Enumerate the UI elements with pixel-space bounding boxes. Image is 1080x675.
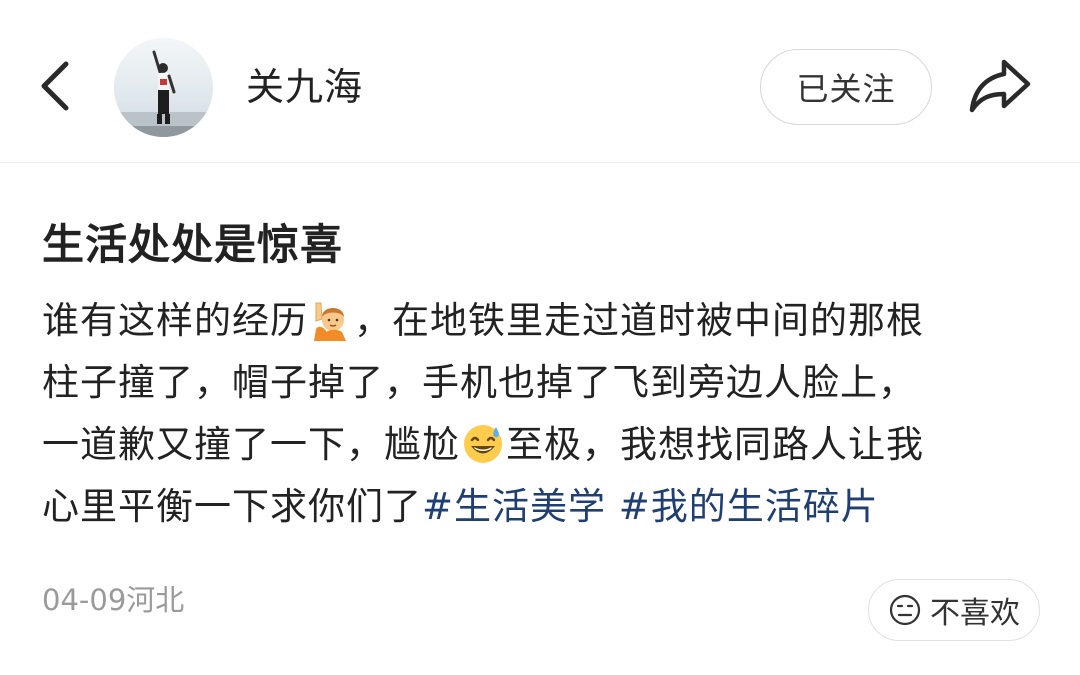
username[interactable]: 关九海 (246, 62, 363, 112)
body-text: 谁有这样的经历 (42, 299, 308, 342)
post-time-location: 04-09河北 (42, 583, 185, 617)
avatar-image (114, 38, 213, 137)
post-title: 生活处处是惊喜 (42, 220, 344, 269)
dislike-label: 不喜欢 (930, 596, 1020, 631)
follow-button[interactable]: 已关注 (760, 49, 932, 125)
avatar[interactable] (114, 38, 213, 137)
dislike-button[interactable]: 不喜欢 (868, 579, 1040, 641)
share-button[interactable] (966, 52, 1036, 122)
body-text: 至极，我想找同路人让我 (506, 423, 924, 466)
post-card: 生活处处是惊喜 谁有这样的经历 ，在地铁里走过道时被中间的那根 柱子撞了，帽子掉… (42, 200, 1042, 538)
raising-hand-emoji (314, 302, 346, 341)
neutral-face-icon (889, 594, 921, 626)
body-line-3: 一道歉又撞了一下，尴尬 至极，我想找同路人让我 (42, 414, 1027, 476)
hashtag-link[interactable]: #生活美学 (422, 485, 606, 528)
chevron-left-icon (41, 61, 69, 111)
body-line-2: 柱子撞了，帽子掉了，手机也掉了飞到旁边人脸上， (42, 361, 916, 404)
top-bar: 关九海 已关注 (0, 0, 1080, 163)
body-line-4: 心里平衡一下求你们了#生活美学 #我的生活碎片 (42, 476, 1027, 538)
sweat-smile-emoji (464, 425, 502, 463)
back-button[interactable] (34, 58, 78, 114)
body-text: 心里平衡一下求你们了 (42, 485, 422, 528)
body-text: 一道歉又撞了一下，尴尬 (42, 423, 460, 466)
body-line-1: 谁有这样的经历 ，在地铁里走过道时被中间的那根 (42, 290, 1027, 352)
hashtag-link[interactable]: #我的生活碎片 (619, 485, 879, 528)
share-arrow-icon (969, 59, 1031, 113)
body-text: ，在地铁里走过道时被中间的那根 (354, 299, 924, 342)
post-body: 谁有这样的经历 ，在地铁里走过道时被中间的那根 柱子撞了，帽子掉了，手机也掉了飞… (42, 290, 1027, 538)
